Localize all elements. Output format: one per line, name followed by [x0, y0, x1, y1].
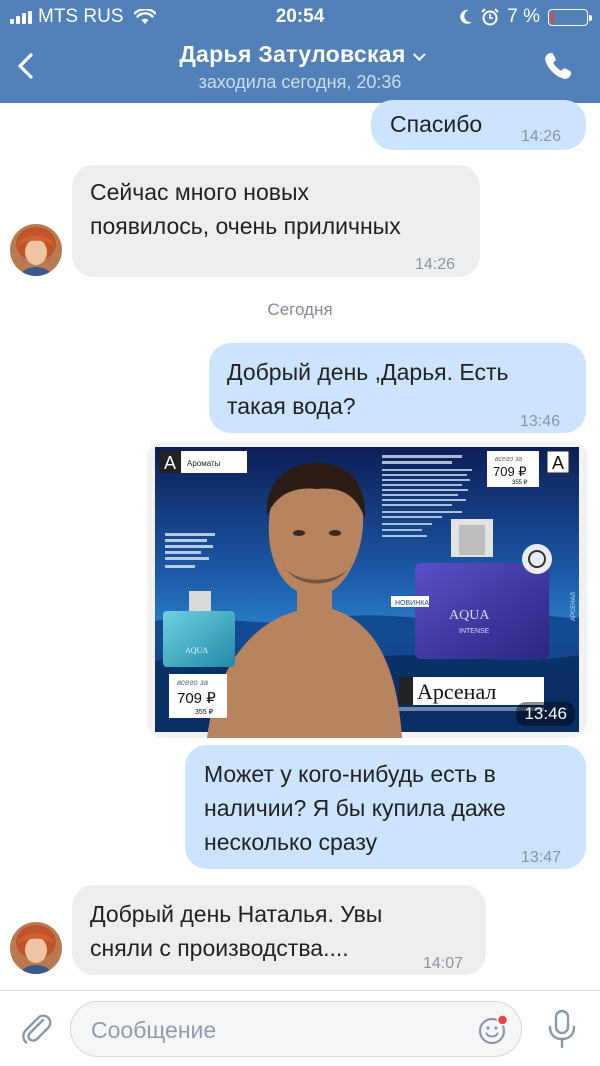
product-subname: INTENSE	[459, 628, 490, 635]
message-text: Добрый день Наталья. Увы	[90, 901, 383, 927]
phone-call-button[interactable]	[542, 50, 574, 82]
message-text: несколько сразу	[204, 829, 378, 855]
brand-logo-text: Арсенал	[417, 679, 496, 704]
message-time: 14:07	[423, 955, 464, 972]
message-outgoing[interactable]: Может у кого-нибудь есть в наличии? Я бы…	[185, 745, 586, 869]
avatar[interactable]	[10, 224, 62, 276]
message-input[interactable]	[91, 1014, 451, 1046]
price-prefix: всего за	[177, 678, 209, 687]
side-label: АРСЕНАЛ	[571, 592, 577, 621]
message-composer	[0, 990, 600, 1066]
message-text: Спасибо	[390, 111, 483, 137]
battery-percent: 7 %	[507, 6, 540, 27]
avatar[interactable]	[10, 922, 62, 974]
message-incoming[interactable]: Добрый день Наталья. Увы сняли с произво…	[72, 885, 486, 975]
product-name-small: AQUA	[185, 646, 208, 655]
message-text: появилось, очень приличных	[90, 213, 401, 239]
message-outgoing[interactable]: Спасибо 14:26	[371, 100, 586, 150]
attach-paperclip-icon[interactable]	[18, 1011, 54, 1047]
microphone-icon[interactable]	[546, 1009, 578, 1049]
message-outgoing[interactable]: Добрый день ,Дарья. Есть такая вода? 13:…	[209, 343, 586, 433]
message-time: 14:26	[415, 256, 456, 273]
message-text: такая вода?	[227, 393, 356, 419]
message-text: Сейчас много новых	[90, 179, 310, 205]
message-text: Может у кого-нибудь есть в	[204, 761, 496, 787]
alarm-icon	[481, 8, 499, 26]
new-badge: НОВИНКА	[395, 600, 429, 607]
price-main-right: 709 ₽	[493, 464, 527, 479]
last-seen-status: заходила сегодня, 20:36	[198, 72, 402, 92]
photo-attachment[interactable]: A Ароматы AQUA всего за 709 ₽ 355 ₽ всег…	[147, 441, 587, 738]
notification-dot	[496, 1014, 509, 1026]
status-bar: MTS RUS 20:54 7 %	[0, 0, 600, 32]
chat-header: MTS RUS 20:54 7 % Дарья Затуловская захо…	[0, 0, 600, 103]
catalog-photo: A Ароматы AQUA всего за 709 ₽ 355 ₽ всег…	[147, 441, 587, 738]
message-text: Добрый день ,Дарья. Есть	[227, 359, 509, 385]
section-letter-right: A	[552, 453, 564, 473]
message-incoming[interactable]: Сейчас много новых появилось, очень прил…	[72, 165, 480, 277]
contact-name[interactable]: Дарья Затуловская	[0, 41, 600, 68]
status-right: 7 %	[459, 6, 592, 28]
photo-time: 13:46	[516, 702, 575, 726]
message-text: сняли с производства....	[90, 935, 349, 961]
product-name: AQUA	[449, 608, 490, 623]
moon-icon	[460, 9, 473, 24]
message-text: наличии? Я бы купила даже	[204, 795, 506, 821]
battery-icon	[548, 8, 592, 26]
message-time: 13:46	[520, 413, 561, 430]
section-name: Ароматы	[187, 459, 221, 468]
message-time: 13:47	[521, 849, 562, 866]
chevron-down-icon	[412, 48, 426, 62]
emoji-sticker-icon[interactable]	[477, 1014, 509, 1046]
price-alt: 355 ₽	[195, 708, 214, 716]
date-separator: Сегодня	[267, 300, 333, 319]
price-main: 709 ₽	[177, 690, 216, 707]
message-field[interactable]	[70, 1001, 522, 1057]
message-time: 14:26	[521, 128, 562, 145]
price-prefix-right: всего за	[495, 456, 522, 463]
price-alt-right: 355 ₽	[512, 479, 528, 486]
section-letter: A	[164, 453, 176, 473]
